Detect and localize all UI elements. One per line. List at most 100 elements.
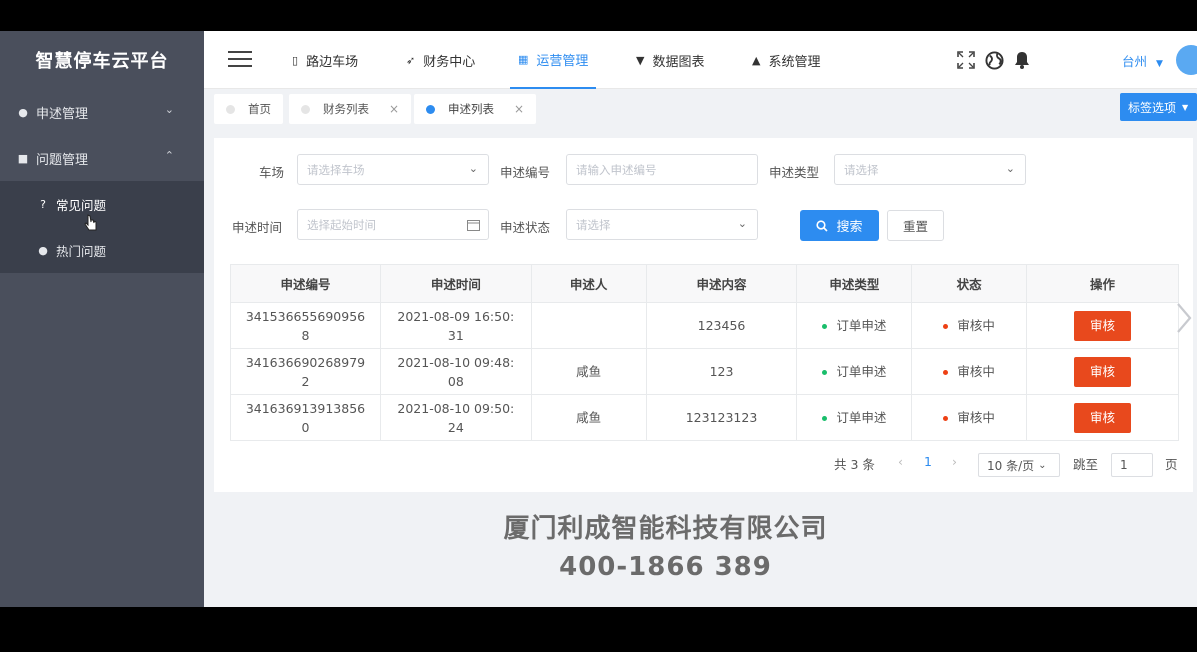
table-row: 341636690268979 2 2021-08-10 09:48: 08 咸鱼 … xyxy=(230,348,1179,395)
column-header[interactable]: 申述类型 xyxy=(796,264,913,303)
fullscreen-icon[interactable] xyxy=(957,51,975,69)
sidebar-item-label: 热门问题 xyxy=(56,243,107,259)
appeal-content-cell: 123456 xyxy=(645,302,798,349)
action-cell: 审核 xyxy=(1026,302,1179,349)
appeal-person-cell: 咸鱼 xyxy=(530,348,647,395)
nav-tab-finance-center[interactable]: ➶ 财务中心 xyxy=(406,31,475,89)
appeal-no-input[interactable]: 请输入申述编号 xyxy=(566,154,758,185)
appeal-no-cell: 341636913913856 0 xyxy=(230,394,381,441)
appeal-type-cell: 订单申述 xyxy=(796,348,913,395)
nav-tab-system[interactable]: ▲ 系统管理 xyxy=(752,31,820,89)
prev-page-icon[interactable]: ‹ xyxy=(898,454,903,469)
type-dot-icon xyxy=(822,370,828,375)
search-button[interactable]: 搜索 xyxy=(800,210,879,241)
lot-select[interactable]: 请选择车场 ⌄ xyxy=(297,154,489,185)
tag-label: 首页 xyxy=(248,102,271,116)
content-card: 车场 请选择车场 ⌄ 申述编号 请输入申述编号 申述类型 请选择 ⌄ 申述时间 … xyxy=(214,138,1193,492)
column-header[interactable]: 状态 xyxy=(911,264,1028,303)
appeal-person-cell xyxy=(530,302,647,349)
column-header[interactable]: 申述编号 xyxy=(230,264,381,303)
appeal-no-placeholder: 请输入申述编号 xyxy=(576,162,657,177)
nav-tab-operations[interactable]: ▦ 运营管理 xyxy=(510,31,597,89)
grid-icon: ▦ xyxy=(518,52,529,66)
appeal-time-picker[interactable]: 选择起始时间 xyxy=(297,209,489,240)
chevron-down-icon: ⌄ xyxy=(737,217,747,230)
next-page-icon[interactable]: › xyxy=(952,454,957,469)
appeal-status-select[interactable]: 请选择 ⌄ xyxy=(566,209,758,240)
appeal-time-label: 申述时间 xyxy=(232,220,283,235)
column-header[interactable]: 申述时间 xyxy=(379,264,532,303)
tags-bar: 首页 财务列表 × 申述列表 × 标签选项 ▼ xyxy=(204,89,1197,129)
audit-button[interactable]: 审核 xyxy=(1074,310,1132,341)
phone-watermark: 400-1866 389 xyxy=(559,552,772,582)
status-dot-icon xyxy=(943,370,949,375)
search-button-label: 搜索 xyxy=(836,220,863,235)
letterbox-top xyxy=(0,0,1197,31)
appeal-time-placeholder: 选择起始时间 xyxy=(307,217,376,232)
reset-button[interactable]: 重置 xyxy=(887,210,944,241)
sidebar-item-issue-management[interactable]: ■ 问题管理 ⌃ xyxy=(0,135,204,181)
chevron-down-icon: ⌄ xyxy=(1038,459,1047,471)
appeal-time-cell: 2021-08-09 16:50: 31 xyxy=(379,302,532,349)
chevron-down-icon: ⌄ xyxy=(1005,162,1015,175)
tag-dot-icon xyxy=(226,104,235,114)
bell-icon[interactable] xyxy=(1014,51,1030,69)
sidebar-item-faq[interactable]: ? 常见问题 xyxy=(0,181,204,227)
goto-label: 跳至 xyxy=(1073,457,1099,472)
chevron-up-icon: ⌃ xyxy=(164,149,174,162)
sidebar-item-label: 申述管理 xyxy=(36,106,89,122)
avatar[interactable] xyxy=(1176,45,1197,75)
appeal-type-cell: 订单申述 xyxy=(796,302,913,349)
appeal-no-cell: 341636690268979 2 xyxy=(230,348,381,395)
nav-tab-roadside-parking[interactable]: ▯ 路边车场 xyxy=(292,31,358,89)
nav-tab-label: 运营管理 xyxy=(536,53,589,69)
close-icon[interactable]: × xyxy=(389,102,399,116)
mobile-icon: ▯ xyxy=(292,53,299,67)
column-header[interactable]: 操作 xyxy=(1026,264,1179,303)
total-count: 共 3 条 xyxy=(834,457,875,472)
goto-page-input[interactable]: 1 xyxy=(1111,453,1153,477)
sidebar-item-label: 问题管理 xyxy=(36,152,89,168)
table-row: 341536655690956 8 2021-08-09 16:50: 31 123… xyxy=(230,302,1179,349)
tag-dot-icon xyxy=(426,104,435,114)
column-header[interactable]: 申述内容 xyxy=(645,264,798,303)
page-size-select[interactable]: 10 条/页 ⌄ xyxy=(978,453,1060,477)
home-icon: ▲ xyxy=(752,53,761,67)
page-number[interactable]: 1 xyxy=(924,454,932,469)
chevron-down-icon: ⌄ xyxy=(164,103,174,116)
status-dot-icon xyxy=(943,416,949,421)
company-watermark: 厦门利成智能科技有限公司 xyxy=(503,514,828,544)
audit-button[interactable]: 审核 xyxy=(1074,356,1132,387)
brand-title: 智慧停车云平台 xyxy=(35,51,169,72)
type-dot-icon xyxy=(822,416,828,421)
sidebar-item-hot-issues[interactable]: ● 热门问题 xyxy=(0,227,204,273)
menu-toggle-icon[interactable] xyxy=(228,51,252,69)
close-icon[interactable]: × xyxy=(514,102,524,116)
city-selector[interactable]: 台州 ▼ xyxy=(1122,51,1163,70)
tag-options-button[interactable]: 标签选项 ▼ xyxy=(1120,93,1197,121)
tag-label: 财务列表 xyxy=(323,102,369,116)
nav-tab-label: 数据图表 xyxy=(652,54,705,70)
appeal-type-select[interactable]: 请选择 ⌄ xyxy=(834,154,1026,185)
tag-appeal-list[interactable]: 申述列表 × xyxy=(414,94,537,124)
audit-button[interactable]: 审核 xyxy=(1074,402,1132,433)
column-header[interactable]: 申述人 xyxy=(530,264,647,303)
caret-down-icon: ▼ xyxy=(1182,102,1189,112)
appeal-content-cell: 123 xyxy=(645,348,798,395)
action-cell: 审核 xyxy=(1026,348,1179,395)
chevron-right-icon[interactable] xyxy=(1174,301,1194,335)
appeal-no-cell: 341536655690956 8 xyxy=(230,302,381,349)
letterbox-bottom xyxy=(0,607,1197,652)
appeal-person-cell: 咸鱼 xyxy=(530,394,647,441)
appeal-type-cell: 订单申述 xyxy=(796,394,913,441)
globe-icon[interactable] xyxy=(985,51,1004,70)
nav-tab-data-charts[interactable]: ▼ 数据图表 xyxy=(636,31,704,89)
table-header-row: 申述编号 申述时间 申述人 申述内容 申述类型 状态 操作 xyxy=(230,264,1179,303)
tag-home[interactable]: 首页 xyxy=(214,94,283,124)
tag-finance-list[interactable]: 财务列表 × xyxy=(289,94,412,124)
appeal-no-label: 申述编号 xyxy=(500,165,551,180)
city-label: 台州 xyxy=(1122,54,1148,69)
sidebar-submenu: ? 常见问题 ● 热门问题 xyxy=(0,181,204,273)
calendar-icon xyxy=(467,220,480,231)
sidebar-item-appeal-management[interactable]: ● 申述管理 ⌄ xyxy=(0,89,204,135)
